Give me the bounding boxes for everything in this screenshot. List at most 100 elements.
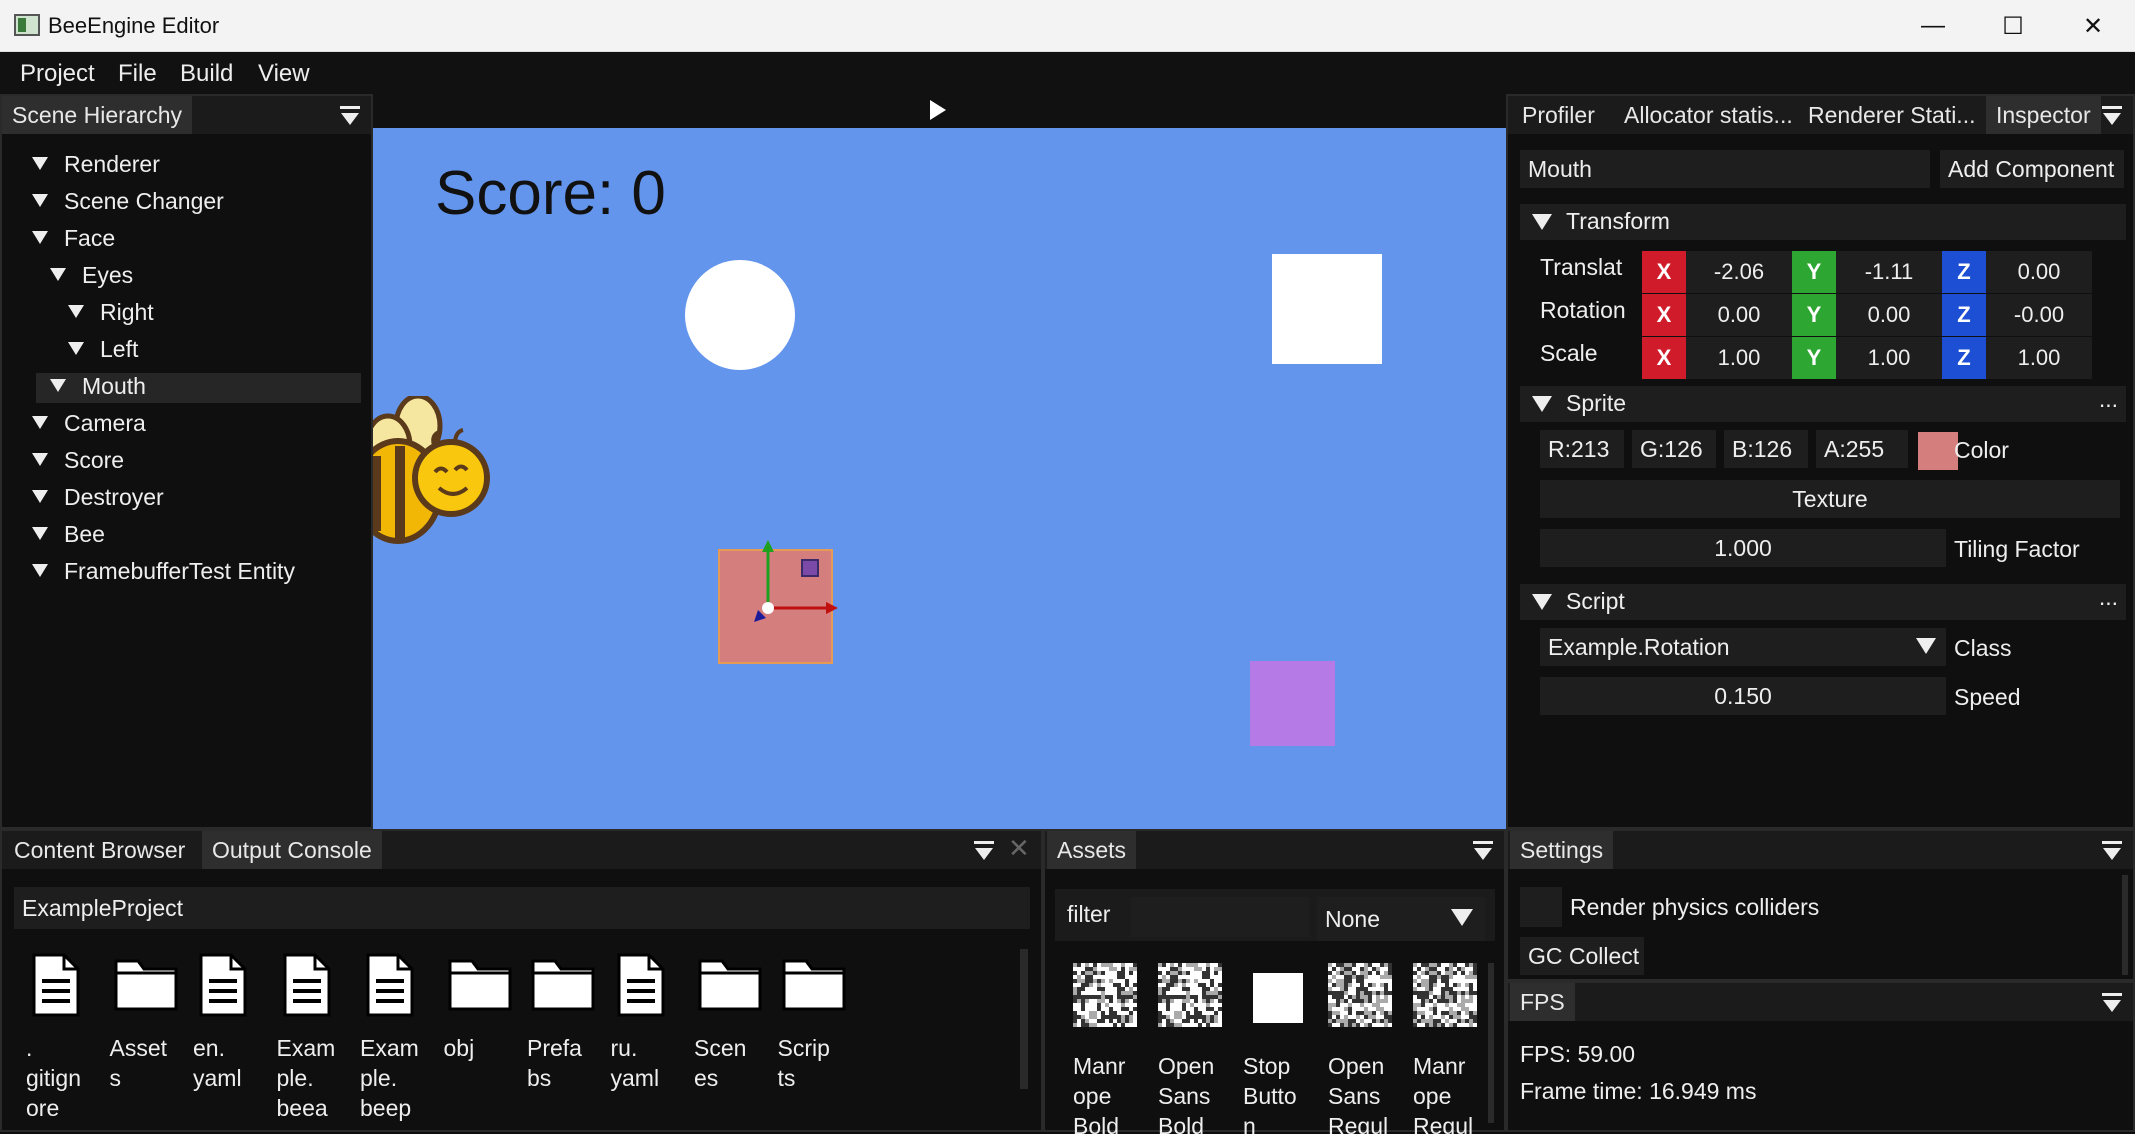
sprite-color-g-input[interactable]: G:126: [1632, 430, 1716, 468]
expand-arrow-icon[interactable]: [68, 305, 84, 319]
scale-y-axis[interactable]: Y: [1792, 337, 1836, 379]
sprite-color-a-input[interactable]: A:255: [1816, 430, 1908, 468]
asset-type-select[interactable]: None: [1317, 897, 1485, 941]
hierarchy-item-bee[interactable]: Bee: [32, 521, 105, 551]
asset-item[interactable]: Stop Butto n: [1243, 963, 1315, 1134]
translation-z-input[interactable]: 0.00: [1986, 251, 2092, 293]
hierarchy-item-eyes[interactable]: Eyes: [50, 262, 133, 292]
settings-scrollbar[interactable]: [2122, 875, 2128, 975]
content-item[interactable]: Exam ple. beea: [277, 953, 349, 1121]
close-button[interactable]: ✕: [2053, 0, 2133, 52]
entity-name-input[interactable]: Mouth: [1520, 150, 1930, 188]
translation-z-axis[interactable]: Z: [1942, 251, 1986, 293]
content-item[interactable]: Scen es: [694, 953, 766, 1091]
asset-item[interactable]: Open Sans Bold: [1158, 963, 1230, 1134]
rotation-y-axis[interactable]: Y: [1792, 294, 1836, 336]
expand-arrow-icon[interactable]: [32, 157, 48, 171]
dropdown-arrow-icon[interactable]: [1916, 638, 1936, 654]
tab-content-browser[interactable]: Content Browser: [4, 831, 195, 869]
translation-x-axis[interactable]: X: [1642, 251, 1686, 293]
expand-arrow-icon[interactable]: [50, 268, 66, 282]
scale-y-input[interactable]: 1.00: [1836, 337, 1942, 379]
menu-view[interactable]: View: [258, 60, 310, 88]
panel-menu-icon[interactable]: [2102, 993, 2124, 1013]
panel-menu-icon[interactable]: [2102, 841, 2124, 861]
sprite-color-swatch[interactable]: [1918, 432, 1958, 470]
transform-header[interactable]: Transform: [1520, 204, 2126, 240]
menu-build[interactable]: Build: [180, 60, 233, 88]
scale-z-axis[interactable]: Z: [1942, 337, 1986, 379]
play-icon[interactable]: [930, 100, 946, 120]
scene-viewport[interactable]: Score: 0: [373, 128, 1506, 829]
close-panel-icon[interactable]: ✕: [1008, 833, 1030, 864]
translation-x-input[interactable]: -2.06: [1686, 251, 1792, 293]
collapse-arrow-icon[interactable]: [1532, 594, 1552, 610]
white-circle-entity[interactable]: [685, 260, 795, 370]
expand-arrow-icon[interactable]: [32, 564, 48, 578]
hierarchy-item-score[interactable]: Score: [32, 447, 124, 477]
gc-collect-button[interactable]: GC Collect: [1520, 937, 1644, 975]
hierarchy-item-face[interactable]: Face: [32, 225, 115, 255]
hierarchy-item-scene-changer[interactable]: Scene Changer: [32, 188, 224, 218]
hierarchy-item-renderer[interactable]: Renderer: [32, 151, 160, 181]
expand-arrow-icon[interactable]: [32, 490, 48, 504]
scale-x-axis[interactable]: X: [1642, 337, 1686, 379]
expand-arrow-icon[interactable]: [32, 416, 48, 430]
content-item[interactable]: . gitign ore: [26, 953, 98, 1121]
asset-item[interactable]: Manr ope Bold: [1073, 963, 1145, 1134]
content-item[interactable]: Prefa bs: [527, 953, 599, 1091]
content-path-bar[interactable]: ExampleProject: [14, 887, 1030, 929]
content-item[interactable]: obj: [444, 953, 516, 1061]
scale-x-input[interactable]: 1.00: [1686, 337, 1792, 379]
transform-gizmo[interactable]: [748, 538, 848, 628]
white-square-entity[interactable]: [1272, 254, 1382, 364]
tab-inspector[interactable]: Inspector: [1986, 96, 2101, 134]
expand-arrow-icon[interactable]: [68, 342, 84, 356]
rotation-z-axis[interactable]: Z: [1942, 294, 1986, 336]
asset-item[interactable]: Manr ope Regul: [1413, 963, 1485, 1134]
content-browser-scrollbar[interactable]: [1020, 949, 1028, 1089]
translation-y-input[interactable]: -1.11: [1836, 251, 1942, 293]
tab-assets[interactable]: Assets: [1047, 831, 1137, 869]
expand-arrow-icon[interactable]: [32, 231, 48, 245]
minimize-button[interactable]: —: [1893, 0, 1973, 52]
hierarchy-item-mouth[interactable]: Mouth: [36, 373, 361, 403]
panel-menu-icon[interactable]: [340, 106, 362, 126]
rotation-x-axis[interactable]: X: [1642, 294, 1686, 336]
rotation-x-input[interactable]: 0.00: [1686, 294, 1792, 336]
expand-arrow-icon[interactable]: [32, 453, 48, 467]
tab-output-console[interactable]: Output Console: [202, 831, 382, 869]
bee-sprite[interactable]: [373, 396, 493, 566]
dropdown-arrow-icon[interactable]: [1451, 909, 1473, 926]
hierarchy-item-camera[interactable]: Camera: [32, 410, 146, 440]
maximize-button[interactable]: ☐: [1973, 0, 2053, 52]
panel-menu-icon[interactable]: [974, 841, 996, 861]
expand-arrow-icon[interactable]: [32, 194, 48, 208]
hierarchy-item-destroyer[interactable]: Destroyer: [32, 484, 164, 514]
collapse-arrow-icon[interactable]: [1532, 214, 1552, 230]
sprite-texture-button[interactable]: Texture: [1540, 480, 2120, 518]
sprite-color-b-input[interactable]: B:126: [1724, 430, 1808, 468]
hierarchy-item-framebuffertest-entity[interactable]: FramebufferTest Entity: [32, 558, 295, 588]
purple-square-entity[interactable]: [1250, 661, 1335, 746]
content-item[interactable]: en. yaml: [193, 953, 265, 1091]
script-header[interactable]: Script ...: [1520, 584, 2126, 620]
tiling-factor-input[interactable]: 1.000: [1540, 529, 1946, 567]
script-class-select[interactable]: Example.Rotation: [1540, 628, 1946, 666]
scale-z-input[interactable]: 1.00: [1986, 337, 2092, 379]
rotation-y-input[interactable]: 0.00: [1836, 294, 1942, 336]
sprite-header[interactable]: Sprite ...: [1520, 386, 2126, 422]
collapse-arrow-icon[interactable]: [1532, 396, 1552, 412]
add-component-button[interactable]: Add Component: [1940, 150, 2124, 188]
assets-scrollbar[interactable]: [1488, 963, 1494, 1123]
hierarchy-item-right[interactable]: Right: [68, 299, 154, 329]
expand-arrow-icon[interactable]: [50, 379, 66, 393]
expand-arrow-icon[interactable]: [32, 527, 48, 541]
tab-renderer-statistics[interactable]: Renderer Stati...: [1798, 96, 1985, 134]
menu-project[interactable]: Project: [20, 60, 95, 88]
tab-fps[interactable]: FPS: [1510, 983, 1575, 1021]
translation-y-axis[interactable]: Y: [1792, 251, 1836, 293]
menu-file[interactable]: File: [118, 60, 157, 88]
content-item[interactable]: Exam ple. beep: [360, 953, 432, 1121]
content-item[interactable]: ru. yaml: [611, 953, 683, 1091]
